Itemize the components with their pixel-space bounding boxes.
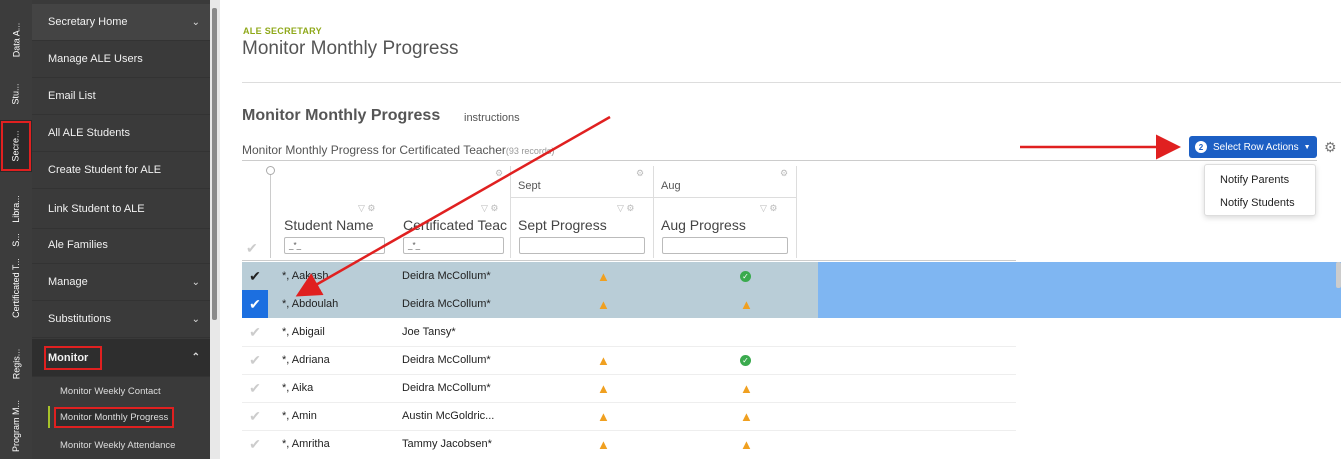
annotation-arrows bbox=[295, 115, 1181, 297]
arrow-to-selected-row bbox=[295, 115, 611, 297]
